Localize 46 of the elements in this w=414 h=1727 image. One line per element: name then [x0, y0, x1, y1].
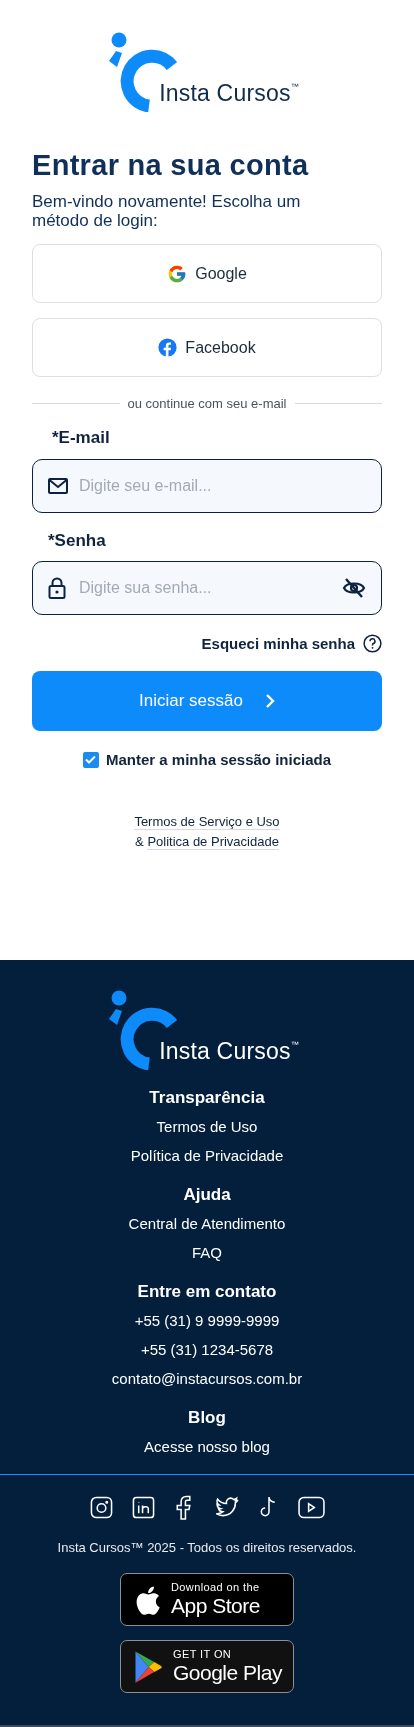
- footer-link[interactable]: contato@instacursos.com.br: [111, 1369, 303, 1389]
- eye-slash-icon[interactable]: [342, 577, 366, 599]
- lock-icon: [48, 577, 66, 599]
- footer-link[interactable]: FAQ: [192, 1243, 222, 1263]
- chevron-right-icon: [264, 693, 275, 709]
- subtitle: Bem-vindo novamente! Escolha um método de login:: [32, 192, 302, 230]
- password-field[interactable]: Digite sua senha...: [32, 561, 382, 615]
- footer-heading: Transparência: [149, 1088, 265, 1108]
- facebook-icon: [158, 338, 178, 357]
- facebook-login-button[interactable]: Facebook: [32, 318, 382, 377]
- badge-caption: Download on the: [171, 1581, 260, 1593]
- divider-text: ou continue com seu e-mail: [127, 395, 287, 411]
- footer-link[interactable]: Termos de Uso: [156, 1117, 258, 1137]
- remember-label: Manter a minha sessão iniciada: [105, 751, 332, 768]
- google-g-icon: [167, 263, 188, 284]
- google-play-badge[interactable]: GET IT ON Google Play: [120, 1640, 294, 1693]
- brand-name: Insta Cursos$^{™}$: [159, 80, 299, 107]
- instagram-icon[interactable]: [89, 1495, 113, 1519]
- footer-link[interactable]: Política de Privacidade: [130, 1146, 284, 1166]
- footer-heading: Entre em contato: [137, 1282, 277, 1302]
- remember-checkbox[interactable]: [82, 751, 99, 768]
- email-field[interactable]: Digite seu e-mail...: [32, 459, 382, 513]
- help-icon[interactable]: [363, 634, 382, 653]
- footer-link[interactable]: Acesse nosso blog: [144, 1437, 270, 1457]
- ampersand-text: &: [135, 834, 144, 849]
- field-label: *E-mail: [52, 429, 111, 447]
- privacy-link[interactable]: Politica de Privacidade: [147, 834, 279, 850]
- linkedin-icon[interactable]: [131, 1495, 155, 1519]
- brand-name: Insta Cursos$^{™}$: [159, 1038, 299, 1065]
- footer-heading: Ajuda: [183, 1185, 231, 1205]
- app-store-badge[interactable]: Download on the App Store: [120, 1573, 294, 1626]
- badge-caption: GET IT ON: [173, 1648, 233, 1660]
- store-name: App Store: [171, 1593, 260, 1618]
- copyright-text: Insta Cursos™ 2025 - Todos os direitos reservados.: [56, 1540, 358, 1556]
- footer-link[interactable]: Central de Atendimento: [128, 1214, 286, 1234]
- terms-link[interactable]: Termos de Serviço e Uso: [134, 814, 280, 830]
- google-login-button[interactable]: Google: [32, 244, 382, 303]
- page-title: Entrar na sua conta: [32, 148, 310, 182]
- footer-link[interactable]: +55 (31) 1234-5678: [140, 1340, 274, 1360]
- footer-heading: Blog: [188, 1408, 226, 1428]
- envelope-icon: [48, 478, 68, 494]
- footer-link[interactable]: +55 (31) 9 9999-9999: [134, 1311, 280, 1331]
- store-name: Google Play: [173, 1660, 282, 1685]
- video-play-icon[interactable]: [297, 1495, 325, 1519]
- forgot-password-link[interactable]: Esqueci minha senha: [201, 635, 355, 652]
- field-label: *Senha: [48, 532, 107, 550]
